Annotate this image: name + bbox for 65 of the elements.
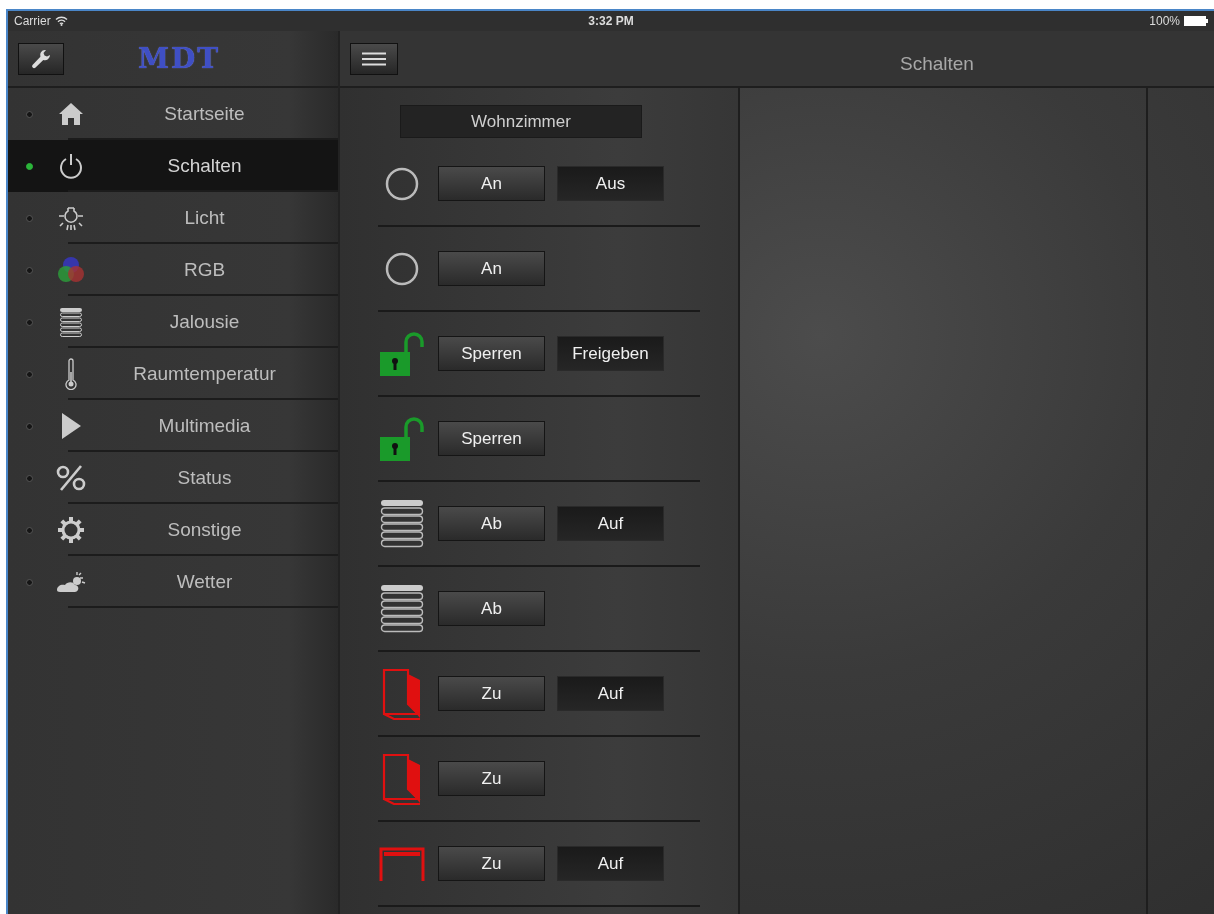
- settings-button[interactable]: [18, 42, 64, 75]
- wifi-icon: [54, 16, 68, 26]
- status-led: [26, 422, 33, 430]
- nav-title: Schalten: [900, 53, 974, 75]
- circle-icon: [385, 166, 419, 201]
- logo: MDT: [138, 42, 221, 75]
- switch-button[interactable]: Ab: [438, 506, 545, 541]
- switch-button[interactable]: Auf: [557, 676, 664, 711]
- blind-icon: [380, 498, 424, 549]
- switch-button[interactable]: Sperren: [438, 336, 545, 371]
- switch-button[interactable]: Auf: [557, 506, 664, 541]
- menu-icon: [362, 51, 386, 66]
- wrench-icon: [30, 47, 52, 70]
- switch-button[interactable]: An: [438, 251, 545, 286]
- status-led: [26, 526, 33, 534]
- status-led: [26, 474, 33, 482]
- menu-item[interactable]: Sonstige: [8, 504, 338, 556]
- status-led: [26, 318, 33, 326]
- blind-icon: [59, 307, 83, 337]
- door-icon: [382, 752, 422, 805]
- light-bulb-icon: [57, 205, 85, 231]
- menu-button[interactable]: [350, 42, 398, 75]
- status-led: [26, 110, 33, 118]
- status-led: [26, 370, 33, 378]
- gear-icon: [56, 515, 86, 545]
- color-circles-icon: [56, 255, 86, 285]
- switch-button[interactable]: Zu: [438, 761, 545, 796]
- play-icon: [60, 412, 82, 440]
- gate-icon: [379, 846, 425, 881]
- door-icon: [382, 667, 422, 720]
- thermometer-icon: [63, 358, 79, 390]
- status-led: [26, 578, 33, 586]
- unlocked-padlock-icon: [378, 416, 426, 461]
- carrier-label: Carrier: [14, 14, 51, 28]
- switch-button[interactable]: An: [438, 166, 545, 201]
- menu-item[interactable]: Status: [8, 452, 338, 504]
- menu-item[interactable]: Raumtemperatur: [8, 348, 338, 400]
- circle-icon: [385, 251, 419, 286]
- menu-item[interactable]: Startseite: [8, 88, 338, 140]
- menu-item[interactable]: Multimedia: [8, 400, 338, 452]
- switch-button[interactable]: Ab: [438, 591, 545, 626]
- status-led: [26, 266, 33, 274]
- blind-icon: [380, 583, 424, 634]
- switch-button[interactable]: Freigeben: [557, 336, 664, 371]
- status-led: [26, 214, 33, 222]
- home-icon: [58, 102, 84, 126]
- clock-time: 3:32 PM: [588, 14, 634, 28]
- room-header: Wohnzimmer: [400, 105, 642, 138]
- menu-item[interactable]: Licht: [8, 192, 338, 244]
- menu-item[interactable]: Schalten: [8, 140, 338, 192]
- switch-button[interactable]: Zu: [438, 846, 545, 881]
- switch-button[interactable]: Auf: [557, 846, 664, 881]
- unlocked-padlock-icon: [378, 331, 426, 376]
- weather-icon: [55, 570, 87, 594]
- menu-item[interactable]: RGB: [8, 244, 338, 296]
- battery-percent: 100%: [1149, 14, 1180, 28]
- switch-button[interactable]: Zu: [438, 676, 545, 711]
- percent-icon: [55, 465, 87, 491]
- status-led: [26, 162, 33, 170]
- power-icon: [58, 152, 84, 180]
- switch-button[interactable]: Aus: [557, 166, 664, 201]
- menu-item[interactable]: Wetter: [8, 556, 338, 608]
- menu-item[interactable]: Jalousie: [8, 296, 338, 348]
- switch-button[interactable]: Sperren: [438, 421, 545, 456]
- battery-icon: [1184, 16, 1208, 26]
